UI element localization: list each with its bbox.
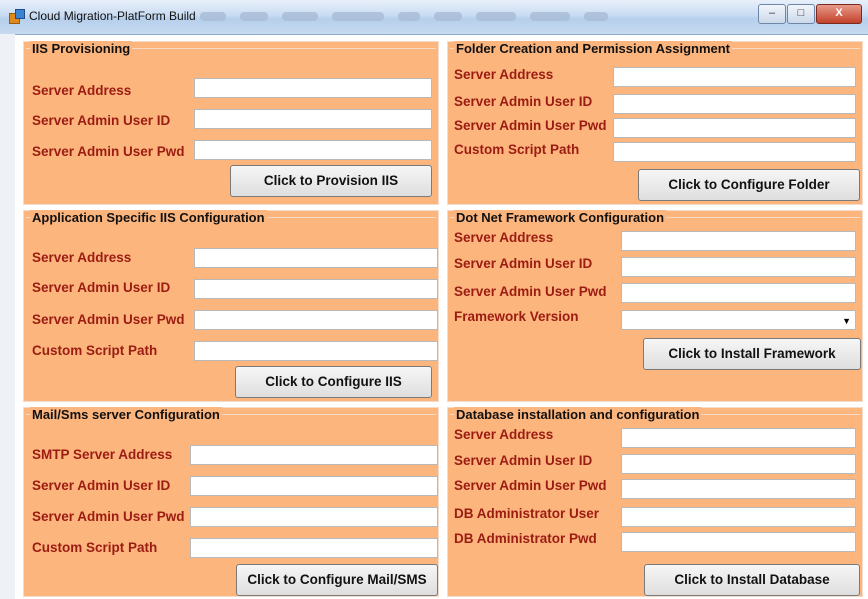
server-address-input[interactable] [194,248,438,268]
minimize-button[interactable]: – [758,4,786,24]
smtp-server-address-input[interactable] [190,445,438,465]
provision-iis-button[interactable]: Click to Provision IIS [230,165,432,197]
admin-user-pwd-input[interactable] [621,283,856,303]
server-address-label: Server Address [454,427,554,442]
close-button[interactable]: X [816,4,862,24]
server-address-label: Server Address [454,230,554,245]
db-admin-pwd-input[interactable] [621,532,856,552]
admin-user-pwd-input[interactable] [194,310,438,330]
panel-iis-provisioning: IIS Provisioning Server Address Server A… [23,41,439,205]
maximize-button[interactable]: □ [787,4,815,24]
db-admin-user-input[interactable] [621,507,856,527]
admin-user-pwd-input[interactable] [621,479,856,499]
framework-version-label: Framework Version [454,309,579,324]
custom-script-path-label: Custom Script Path [454,142,580,157]
custom-script-path-input[interactable] [190,538,438,558]
framework-version-select[interactable]: ▼ [621,310,856,330]
panel-title: Database installation and configuration [454,407,702,422]
admin-user-id-input[interactable] [194,279,438,299]
admin-user-pwd-input[interactable] [190,507,438,527]
admin-user-id-input[interactable] [194,109,432,129]
panel-mail-sms-config: Mail/Sms server Configuration SMTP Serve… [23,407,439,597]
admin-user-pwd-label: Server Admin User Pwd [32,509,185,524]
server-address-input[interactable] [194,78,432,98]
panel-title: IIS Provisioning [30,41,133,56]
admin-user-pwd-label: Server Admin User Pwd [454,284,607,299]
app-icon [9,9,25,24]
server-address-label: Server Address [32,250,132,265]
smtp-server-address-label: SMTP Server Address [32,447,173,462]
window-title: Cloud Migration-PlatForm Build [29,9,196,23]
panel-app-iis-config: Application Specific IIS Configuration S… [23,210,439,402]
panel-title: Mail/Sms server Configuration [30,407,222,422]
server-address-input[interactable] [621,428,856,448]
panel-database-config: Database installation and configuration … [447,407,863,597]
admin-user-pwd-input[interactable] [613,118,856,138]
custom-script-path-label: Custom Script Path [32,540,158,555]
server-address-input[interactable] [613,67,856,87]
panel-title: Folder Creation and Permission Assignmen… [454,41,733,56]
custom-script-path-input[interactable] [613,142,856,162]
custom-script-path-input[interactable] [194,341,438,361]
configure-mail-sms-button[interactable]: Click to Configure Mail/SMS [236,564,438,596]
admin-user-pwd-label: Server Admin User Pwd [32,144,185,159]
admin-user-id-input[interactable] [190,476,438,496]
admin-user-pwd-input[interactable] [194,140,432,160]
admin-user-id-input[interactable] [613,94,856,114]
admin-user-id-label: Server Admin User ID [32,478,171,493]
custom-script-path-label: Custom Script Path [32,343,158,358]
server-address-label: Server Address [454,67,554,82]
admin-user-id-input[interactable] [621,257,856,277]
admin-user-id-label: Server Admin User ID [454,256,593,271]
admin-user-id-label: Server Admin User ID [454,94,593,109]
title-bar: Cloud Migration-PlatForm Build – □ X [0,0,868,35]
admin-user-pwd-label: Server Admin User Pwd [454,118,607,133]
db-admin-pwd-label: DB Administrator Pwd [454,531,597,546]
admin-user-id-label: Server Admin User ID [32,280,171,295]
blurred-menu [200,12,608,22]
configure-iis-button[interactable]: Click to Configure IIS [235,366,432,398]
install-framework-button[interactable]: Click to Install Framework [643,338,861,370]
server-address-input[interactable] [621,231,856,251]
db-admin-user-label: DB Administrator User [454,506,600,521]
admin-user-pwd-label: Server Admin User Pwd [32,312,185,327]
admin-user-id-input[interactable] [621,454,856,474]
admin-user-id-label: Server Admin User ID [454,453,593,468]
server-address-label: Server Address [32,83,132,98]
chevron-down-icon[interactable]: ▼ [842,316,851,326]
panel-folder-creation: Folder Creation and Permission Assignmen… [447,41,863,205]
panel-title: Dot Net Framework Configuration [454,210,667,225]
configure-folder-button[interactable]: Click to Configure Folder [638,169,860,201]
install-database-button[interactable]: Click to Install Database [644,564,860,596]
admin-user-id-label: Server Admin User ID [32,113,171,128]
panel-dotnet-framework: Dot Net Framework Configuration Server A… [447,210,863,402]
panel-title: Application Specific IIS Configuration [30,210,267,225]
admin-user-pwd-label: Server Admin User Pwd [454,478,607,493]
window-left-edge [0,34,15,599]
